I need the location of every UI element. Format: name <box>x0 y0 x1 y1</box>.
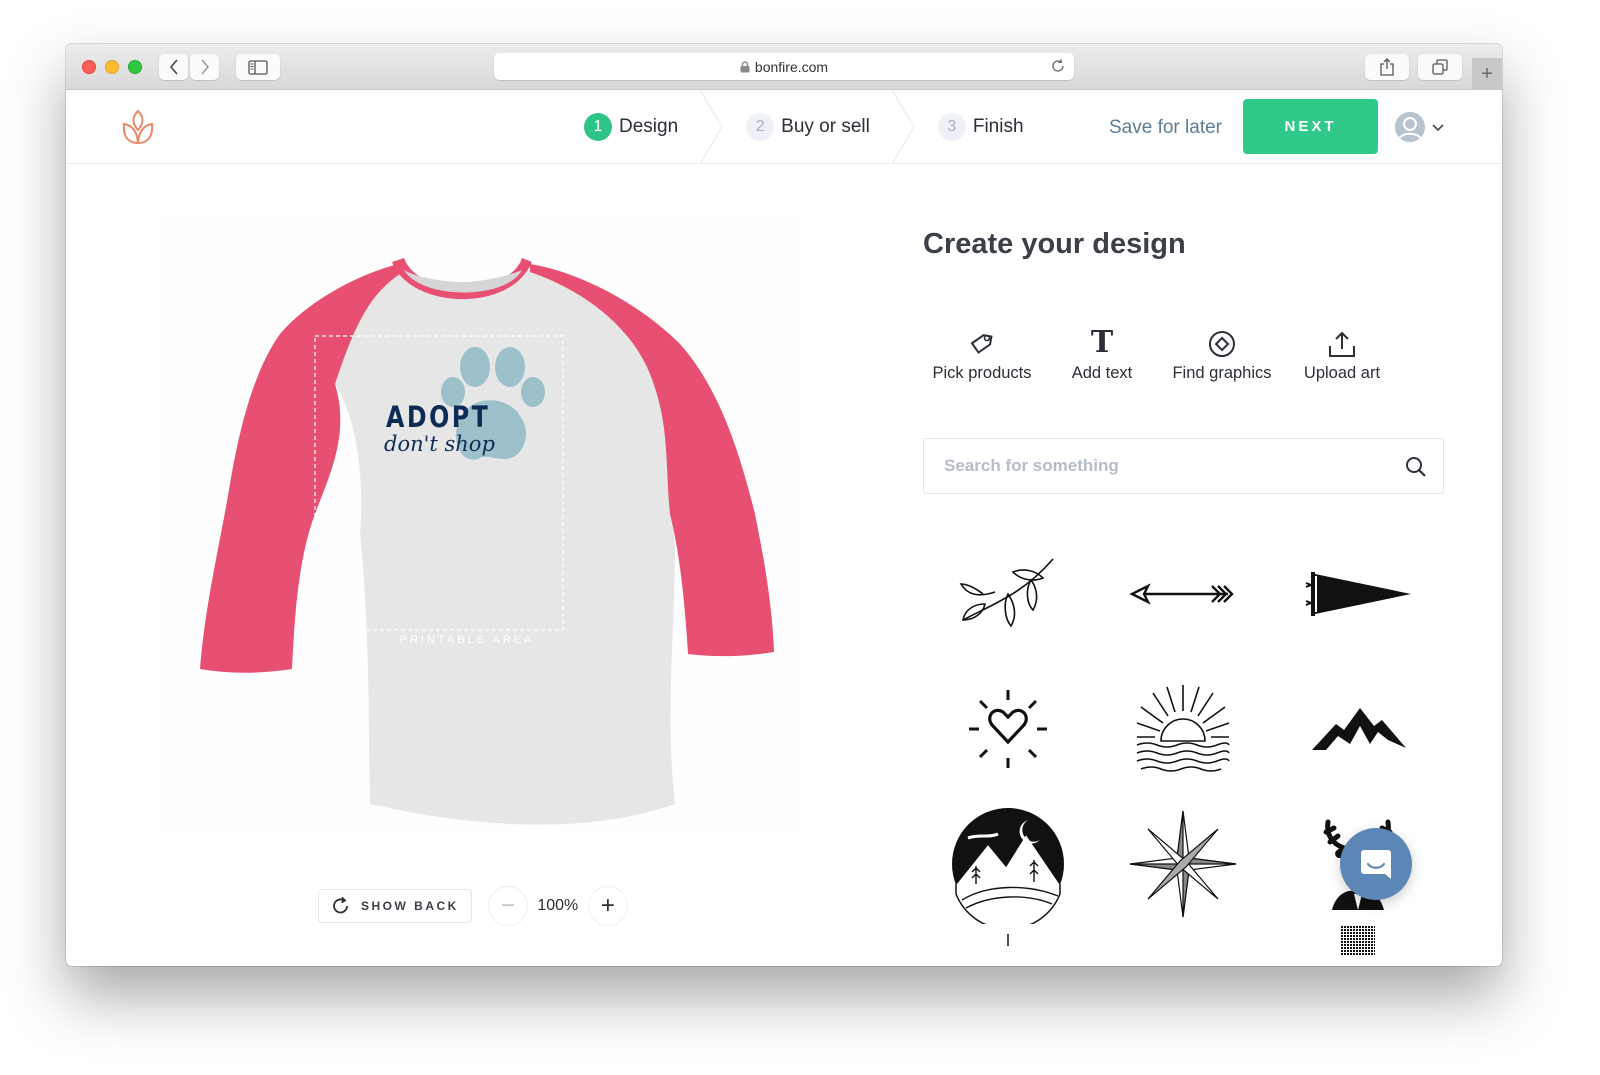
design-text-adopt[interactable]: ADOPT <box>386 400 490 434</box>
tool-label: Add text <box>1071 364 1133 382</box>
save-for-later-link[interactable]: Save for later <box>1109 117 1222 139</box>
design-tools: Pick products T Add text Find graphics U… <box>923 324 1402 383</box>
avatar <box>1395 112 1425 142</box>
browser-toolbar: bonfire.com + <box>66 44 1502 90</box>
text-icon: T <box>1090 325 1114 360</box>
chevron-down-icon <box>1432 124 1444 132</box>
maximize-window-button[interactable] <box>128 60 142 74</box>
upload-icon <box>1327 324 1357 358</box>
graphic-partial[interactable] <box>1283 926 1433 966</box>
step-separator <box>891 90 915 164</box>
graphic-compass-star[interactable] <box>1108 804 1258 924</box>
design-panel: Create your design Pick products T Add t… <box>923 164 1502 966</box>
graphic-leaf-branch[interactable] <box>933 534 1083 654</box>
chevron-left-icon <box>169 59 178 75</box>
tag-icon <box>968 324 996 358</box>
minimize-window-button[interactable] <box>105 60 119 74</box>
chat-icon <box>1361 850 1391 879</box>
chevron-right-icon <box>200 59 209 75</box>
step-label: Finish <box>972 116 1024 137</box>
reload-icon[interactable] <box>1050 58 1066 77</box>
url-text: bonfire.com <box>754 58 829 75</box>
show-tabs-button[interactable] <box>1418 54 1462 80</box>
graphics-icon <box>1208 324 1236 358</box>
panel-title: Create your design <box>923 228 1186 260</box>
sidebar-toggle-button[interactable] <box>236 54 280 80</box>
tool-label: Find graphics <box>1172 364 1272 382</box>
tool-add-text[interactable]: T Add text <box>1042 324 1162 383</box>
step-separator <box>699 90 724 164</box>
canvas-controls: SHOW BACK − 100% + <box>318 886 628 926</box>
show-back-label: SHOW BACK <box>361 899 459 913</box>
sidebar-icon <box>248 59 268 75</box>
graphic-heart-sun[interactable] <box>933 669 1083 789</box>
rotate-icon <box>333 896 348 914</box>
tool-upload-art[interactable]: Upload art <box>1282 324 1402 383</box>
app-header: 1 Design 2 Buy or sell 3 Finish Save for… <box>66 90 1502 164</box>
step-buy-or-sell[interactable]: 2 Buy or sell <box>746 90 870 164</box>
graphic-pennant[interactable] <box>1283 534 1433 654</box>
search-input[interactable] <box>924 439 1384 493</box>
progress-steps: 1 Design 2 Buy or sell 3 Finish <box>584 90 1024 164</box>
forward-button[interactable] <box>190 54 219 80</box>
graphic-partial[interactable] <box>933 934 1083 966</box>
graphic-mountains[interactable] <box>1283 669 1433 789</box>
minus-icon: − <box>500 892 515 919</box>
zoom-level: 100% <box>537 897 579 914</box>
graphic-sunset-waves[interactable] <box>1108 669 1258 789</box>
share-button[interactable] <box>1365 54 1409 80</box>
address-bar[interactable]: bonfire.com <box>494 53 1074 80</box>
chat-launcher-button[interactable] <box>1340 828 1412 900</box>
step-label: Design <box>619 116 679 137</box>
zoom-out-button[interactable]: − <box>487 886 528 926</box>
tool-find-graphics[interactable]: Find graphics <box>1162 324 1282 383</box>
graphic-moon-mountains-circle[interactable] <box>933 804 1083 924</box>
design-text-dont-shop[interactable]: don't shop <box>384 432 495 456</box>
step-number: 1 <box>584 113 612 141</box>
browser-window: bonfire.com + 1 Design 2 Buy or sell 3 F… <box>66 44 1502 966</box>
close-window-button[interactable] <box>82 60 96 74</box>
step-label: Buy or sell <box>781 116 870 137</box>
lock-icon <box>740 60 750 73</box>
design-canvas: ADOPT don't shop PRINTABLE AREA SHOW BAC… <box>66 164 926 966</box>
back-button[interactable] <box>159 54 188 80</box>
bonfire-logo[interactable] <box>120 108 156 151</box>
zoom-in-button[interactable]: + <box>587 886 628 926</box>
graphics-search <box>923 438 1444 494</box>
shirt-mockup <box>160 214 800 834</box>
step-design[interactable]: 1 Design <box>584 90 678 164</box>
step-finish[interactable]: 3 Finish <box>937 90 1024 164</box>
step-number: 2 <box>746 113 775 141</box>
account-menu[interactable] <box>1395 112 1445 142</box>
plus-icon: + <box>1481 62 1493 85</box>
step-number: 3 <box>937 113 966 141</box>
tool-pick-products[interactable]: Pick products <box>922 324 1042 383</box>
show-back-button[interactable]: SHOW BACK <box>318 889 472 923</box>
plus-icon: + <box>600 892 615 919</box>
tabs-icon <box>1432 59 1448 75</box>
share-icon <box>1380 58 1394 76</box>
tool-label: Pick products <box>932 364 1032 382</box>
next-button[interactable]: NEXT <box>1243 99 1378 154</box>
tool-label: Upload art <box>1303 364 1381 382</box>
graphic-arrow[interactable] <box>1108 534 1258 654</box>
printable-area-label: PRINTABLE AREA <box>399 634 535 646</box>
new-tab-button[interactable]: + <box>1472 58 1502 90</box>
search-icon[interactable] <box>1405 456 1427 478</box>
